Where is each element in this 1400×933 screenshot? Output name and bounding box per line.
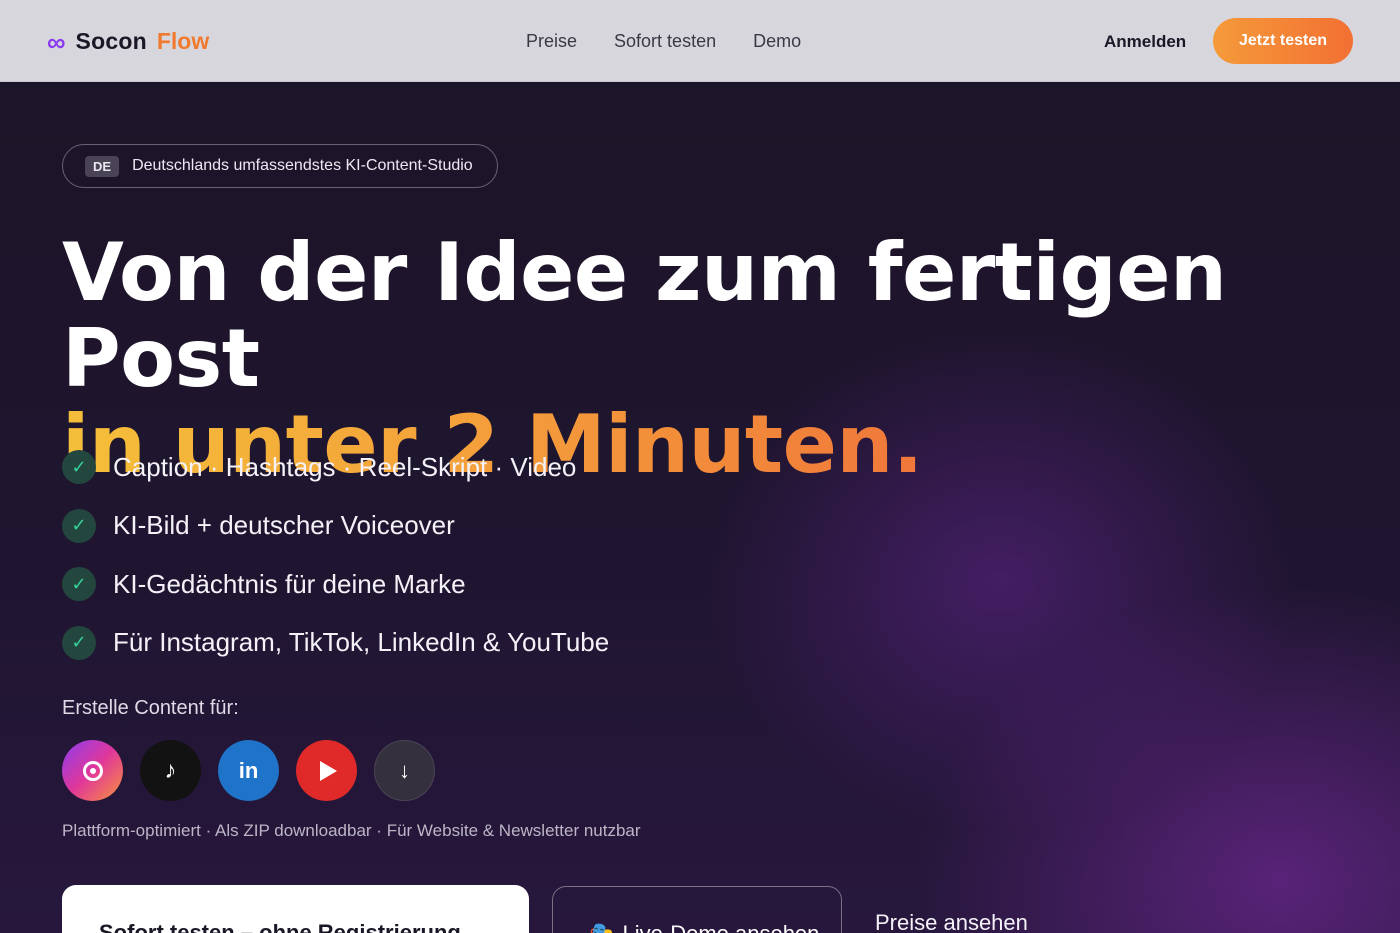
headline-line1: Von der Idee zum fertigen Post xyxy=(62,226,1227,405)
tiktok-icon[interactable]: ♪ xyxy=(140,740,201,801)
brand-name-part1: Socon xyxy=(75,28,147,54)
try-now-button[interactable]: Jetzt testen xyxy=(1213,18,1353,64)
list-item: ✓ Für Instagram, TikTok, LinkedIn & YouT… xyxy=(62,614,609,673)
play-icon xyxy=(320,760,337,781)
feature-text: KI-Bild + deutscher Voiceover xyxy=(113,510,455,541)
language-tag: DE xyxy=(85,155,120,177)
list-item: ✓ Caption · Hashtags · Reel-Skript · Vid… xyxy=(62,438,609,497)
top-navbar: ∞ Socon Flow Preise Sofort testen Demo A… xyxy=(0,0,1400,82)
nav-link-demo[interactable]: Demo xyxy=(753,31,801,52)
instagram-ring-icon xyxy=(82,760,103,781)
list-item: ✓ KI-Bild + deutscher Voiceover xyxy=(62,497,609,556)
hero-badge: DE Deutschlands umfassendstes KI-Content… xyxy=(62,144,498,188)
feature-list: ✓ Caption · Hashtags · Reel-Skript · Vid… xyxy=(62,438,609,672)
linkedin-icon[interactable]: in xyxy=(218,740,279,801)
download-icon[interactable]: ↓ xyxy=(374,740,435,801)
badge-text: Deutschlands umfassendstes KI-Content-St… xyxy=(132,157,473,174)
platform-label: Erstelle Content für: xyxy=(62,697,239,719)
nav-link-preise[interactable]: Preise xyxy=(526,31,577,52)
check-icon: ✓ xyxy=(62,625,96,660)
login-link[interactable]: Anmelden xyxy=(1104,32,1186,52)
check-icon: ✓ xyxy=(62,567,96,602)
brand-name-part2: Flow xyxy=(156,28,210,54)
platform-icons: ♪ in ↓ xyxy=(62,740,435,801)
brand-logo[interactable]: ∞ Socon Flow xyxy=(47,28,209,55)
try-without-signup-button[interactable]: Sofort testen – ohne Registrierung → xyxy=(62,885,529,933)
feature-text: KI-Gedächtnis für deine Marke xyxy=(113,568,466,599)
youtube-icon[interactable] xyxy=(296,740,357,801)
check-icon: ✓ xyxy=(62,508,96,543)
live-demo-button[interactable]: 🎭 Live-Demo ansehen xyxy=(552,886,842,933)
instagram-icon[interactable] xyxy=(62,740,123,801)
feature-text: Caption · Hashtags · Reel-Skript · Video xyxy=(113,451,577,482)
infinity-logo-icon: ∞ xyxy=(47,26,66,57)
nav-link-sofort-testen[interactable]: Sofort testen xyxy=(614,31,716,52)
main-nav: Preise Sofort testen Demo xyxy=(526,31,838,52)
feature-text: Für Instagram, TikTok, LinkedIn & YouTub… xyxy=(113,627,610,658)
check-icon: ✓ xyxy=(62,450,96,485)
view-pricing-link[interactable]: Preise ansehen xyxy=(875,910,1028,933)
list-item: ✓ KI-Gedächtnis für deine Marke xyxy=(62,555,609,614)
platform-note: Plattform-optimiert · Als ZIP downloadba… xyxy=(62,821,641,840)
